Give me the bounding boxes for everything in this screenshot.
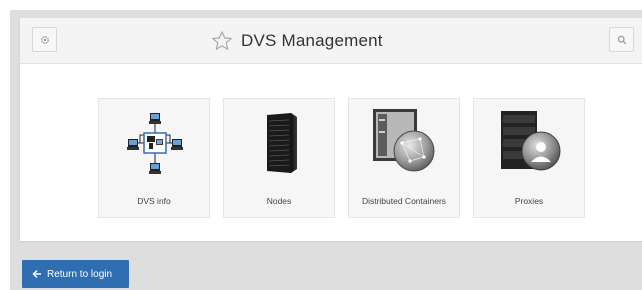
server-rack-icon xyxy=(267,113,297,173)
settings-button[interactable] xyxy=(32,27,57,52)
tile-nodes[interactable]: Nodes xyxy=(223,98,335,218)
container-globe-icon xyxy=(373,109,435,172)
gear-icon xyxy=(40,35,49,44)
tile-label-dvs-info: DVS info xyxy=(137,196,171,206)
page-title: DVS Management xyxy=(241,31,383,50)
tile-label-nodes: Nodes xyxy=(266,196,292,206)
tile-label-distributed-containers: Distributed Containers xyxy=(361,196,447,206)
panel-title-area: DVS Management xyxy=(211,29,383,53)
management-panel: DVS Management DVS info Nodes Distribute… xyxy=(20,18,642,241)
tile-dvs-info[interactable]: DVS info xyxy=(98,98,210,218)
search-button[interactable] xyxy=(609,27,634,52)
panel-header: DVS Management xyxy=(20,18,642,64)
search-icon xyxy=(617,35,626,44)
tile-distributed-containers[interactable]: Distributed Containers xyxy=(348,98,460,218)
tile-label-proxies: Proxies xyxy=(514,196,544,206)
return-to-login-label: Return to login xyxy=(47,268,113,280)
star-icon[interactable] xyxy=(211,30,233,52)
proxy-server-icon xyxy=(501,111,561,171)
return-to-login-button[interactable]: Return to login xyxy=(22,260,129,288)
tile-proxies[interactable]: Proxies xyxy=(473,98,585,218)
network-diagram-icon xyxy=(127,113,183,174)
arrow-left-icon xyxy=(32,269,41,279)
